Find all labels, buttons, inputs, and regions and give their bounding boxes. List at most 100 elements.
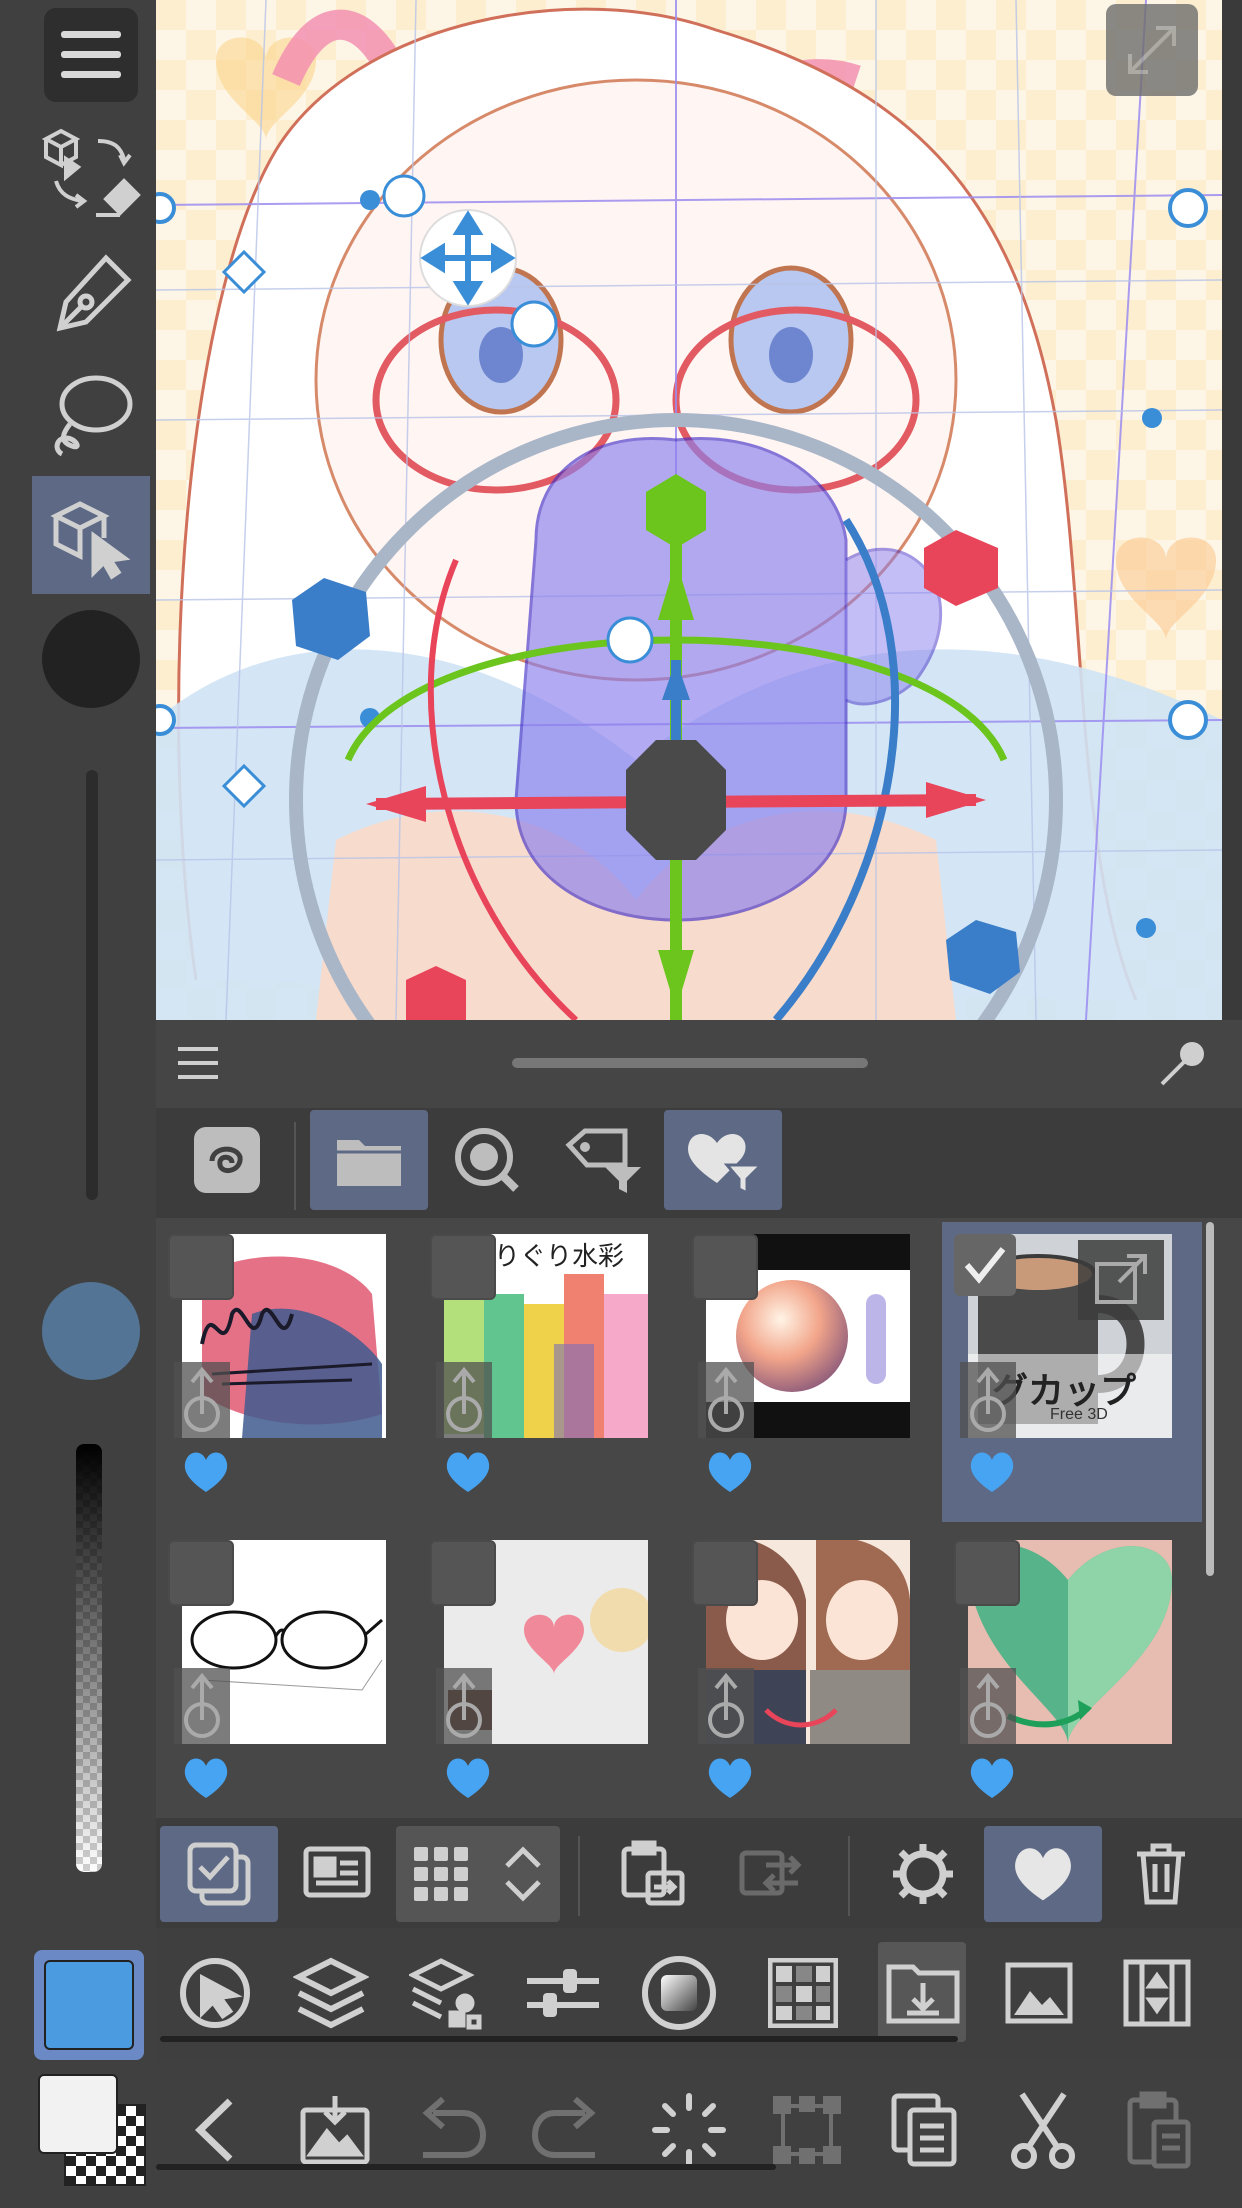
palette-scroll-track[interactable]: [160, 2036, 958, 2042]
replace-button[interactable]: [712, 1826, 830, 1922]
material-item[interactable]: りぐり水彩: [418, 1222, 678, 1522]
favorite-heart-icon[interactable]: [182, 1450, 230, 1494]
brush-size-indicator[interactable]: [42, 610, 140, 708]
layers-button[interactable]: [284, 1948, 378, 2038]
material-item[interactable]: [418, 1528, 678, 1828]
delete-button[interactable]: [1102, 1826, 1220, 1922]
opacity-color-indicator[interactable]: [42, 1282, 140, 1380]
search-icon: [455, 1128, 519, 1192]
paste-to-canvas-button[interactable]: [594, 1826, 712, 1922]
material-checkbox-checked[interactable]: [954, 1234, 1016, 1296]
tab-favorite-filter[interactable]: [664, 1110, 782, 1210]
material-checkbox[interactable]: [168, 1540, 234, 1606]
copy-button[interactable]: [878, 2078, 972, 2182]
favorite-heart-icon[interactable]: [706, 1756, 754, 1800]
material-checkbox[interactable]: [430, 1234, 496, 1300]
favorite-filter-icon: [688, 1134, 763, 1195]
layer-property-icon: [409, 1958, 482, 2030]
material-item[interactable]: [156, 1528, 416, 1828]
paste-icon: [1127, 2091, 1191, 2169]
favorite-heart-icon[interactable]: [968, 1756, 1016, 1800]
folder-icon: [337, 1140, 401, 1186]
timeline-button[interactable]: [1110, 1948, 1204, 2038]
open-external-icon: [1095, 1254, 1147, 1304]
tab-folder[interactable]: [310, 1110, 428, 1210]
favorite-heart-icon[interactable]: [444, 1450, 492, 1494]
pin-button[interactable]: [1156, 1036, 1210, 1090]
detail-view-icon: [303, 1846, 371, 1898]
download-badge: [436, 1362, 492, 1438]
replace-icon: [739, 1850, 802, 1896]
layers-icon: [293, 1957, 369, 2029]
pin-icon: [1160, 1042, 1204, 1086]
panel-header: [156, 1020, 1242, 1108]
navigator-button[interactable]: [756, 1948, 850, 2038]
material-item[interactable]: [680, 1222, 940, 1522]
material-checkbox[interactable]: [692, 1540, 758, 1606]
sub-color-swatch[interactable]: [38, 2074, 118, 2154]
thumbnail-subtext: Free 3D: [1050, 1406, 1108, 1423]
tab-cloud[interactable]: [168, 1110, 286, 1210]
grid-view-button[interactable]: [396, 1826, 560, 1922]
canvas-artwork: [156, 0, 1222, 1020]
paste-to-canvas-icon: [621, 1840, 685, 1906]
expand-canvas-button[interactable]: [1106, 4, 1198, 96]
layer-property-button[interactable]: [400, 1948, 494, 2038]
lasso-button[interactable]: [32, 354, 150, 472]
adjust-button[interactable]: [516, 1948, 610, 2038]
gradient-icon: [642, 1956, 716, 2030]
material-checkbox[interactable]: [954, 1540, 1020, 1606]
grid-scrollbar[interactable]: [1206, 1222, 1214, 1576]
download-icon: [970, 1366, 1006, 1432]
material-item[interactable]: [156, 1222, 416, 1522]
download-icon: [446, 1366, 482, 1432]
cloud-icon: [194, 1127, 260, 1193]
panel-menu-button[interactable]: [178, 1046, 218, 1080]
tab-tag-filter[interactable]: [546, 1110, 664, 1210]
cut-button[interactable]: [996, 2078, 1090, 2182]
menu-button[interactable]: [44, 8, 138, 102]
favorite-heart-icon[interactable]: [444, 1756, 492, 1800]
canvas-edge: [1222, 0, 1242, 1020]
material-button[interactable]: [876, 1948, 970, 2038]
favorite-icon: [1015, 1848, 1071, 1901]
undo-icon: [422, 2096, 487, 2158]
tab-divider: [294, 1122, 296, 1210]
material-checkbox[interactable]: [430, 1540, 496, 1606]
download-icon: [708, 1366, 744, 1432]
material-item-selected[interactable]: グカップ Free 3D: [942, 1222, 1202, 1522]
paste-button[interactable]: [1112, 2078, 1206, 2182]
material-checkbox[interactable]: [168, 1234, 234, 1300]
tag-filter-icon: [565, 1128, 641, 1193]
detail-view-button[interactable]: [278, 1826, 396, 1922]
favorite-heart-icon[interactable]: [182, 1756, 230, 1800]
adjust-icon: [527, 1969, 599, 2017]
navigator-icon: [768, 1958, 838, 2028]
multi-select-button[interactable]: [160, 1826, 278, 1922]
thumbnail-text: りぐり水彩: [494, 1242, 625, 1272]
tab-search[interactable]: [428, 1110, 546, 1210]
tool-property-button[interactable]: [168, 1948, 262, 2038]
favorite-heart-icon[interactable]: [968, 1450, 1016, 1494]
settings-button[interactable]: [864, 1826, 982, 1922]
canvas[interactable]: [156, 0, 1222, 1020]
gradient-button[interactable]: [632, 1948, 726, 2038]
download-badge: [960, 1668, 1016, 1744]
image-button[interactable]: [992, 1948, 1086, 2038]
opacity-slider[interactable]: [76, 1444, 102, 1872]
material-item[interactable]: [942, 1528, 1202, 1828]
material-item[interactable]: [680, 1528, 940, 1828]
panel-drag-handle[interactable]: [512, 1058, 868, 1068]
transform-object-button[interactable]: [32, 115, 150, 233]
brush-size-slider[interactable]: [86, 770, 98, 1200]
main-color-swatch[interactable]: [44, 1960, 134, 2050]
download-icon: [446, 1672, 482, 1738]
cut-icon: [1011, 2092, 1075, 2169]
favorite-button[interactable]: [984, 1826, 1102, 1922]
open-material-button[interactable]: [1078, 1240, 1164, 1320]
pen-button[interactable]: [32, 236, 150, 354]
material-checkbox[interactable]: [692, 1234, 758, 1300]
command-scroll-track[interactable]: [156, 2164, 776, 2170]
object-select-button[interactable]: [32, 476, 150, 594]
favorite-heart-icon[interactable]: [706, 1450, 754, 1494]
